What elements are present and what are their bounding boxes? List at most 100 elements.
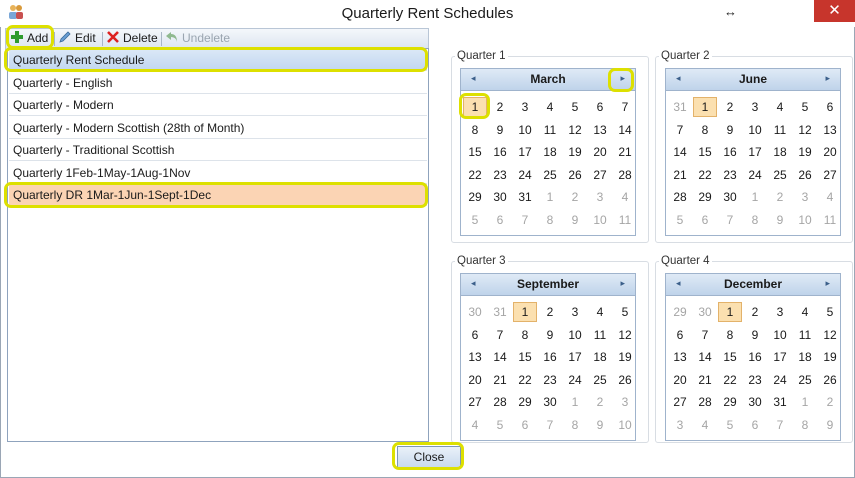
calendar-day[interactable]: 27 [668, 392, 692, 412]
resize-icon[interactable]: ↔ [724, 4, 737, 19]
calendar-day[interactable]: 9 [588, 415, 612, 435]
calendar-day[interactable]: 7 [693, 325, 717, 345]
calendar-day[interactable]: 8 [538, 210, 562, 230]
calendar-day[interactable]: 8 [743, 210, 767, 230]
next-month-icon[interactable]: ▸ [620, 278, 625, 289]
calendar-day[interactable]: 16 [718, 142, 742, 162]
calendar-day[interactable]: 3 [768, 302, 792, 322]
calendar-day[interactable]: 3 [588, 187, 612, 207]
calendar-day[interactable]: 10 [563, 325, 587, 345]
calendar-day[interactable]: 10 [768, 325, 792, 345]
calendar-day[interactable]: 25 [538, 165, 562, 185]
calendar-day[interactable]: 21 [693, 370, 717, 390]
calendar-day[interactable]: 28 [613, 165, 637, 185]
calendar[interactable]: ◂ June ▸ 31 1 2 3 4 5 6 7 8 9 10 11 12 13 14 15 16 17 18 19 20 2… [665, 68, 841, 236]
calendar-day[interactable]: 15 [513, 347, 537, 367]
calendar-day[interactable]: 26 [793, 165, 817, 185]
calendar-day[interactable]: 2 [743, 302, 767, 322]
calendar-day[interactable]: 7 [538, 415, 562, 435]
calendar-day[interactable]: 16 [488, 142, 512, 162]
calendar-day[interactable]: 16 [743, 347, 767, 367]
calendar-day[interactable]: 12 [793, 120, 817, 140]
calendar-day[interactable]: 24 [563, 370, 587, 390]
calendar-day[interactable]: 26 [563, 165, 587, 185]
calendar-day[interactable]: 3 [613, 392, 637, 412]
list-item[interactable]: Quarterly - Modern [9, 94, 427, 116]
calendar-day[interactable]: 29 [718, 392, 742, 412]
calendar-day[interactable]: 17 [743, 142, 767, 162]
delete-button[interactable]: Delete [106, 30, 158, 47]
calendar-day[interactable]: 5 [793, 97, 817, 117]
calendar-day[interactable]: 2 [488, 97, 512, 117]
window-close-button[interactable]: ✕ [814, 0, 855, 22]
calendar-day[interactable]: 21 [613, 142, 637, 162]
calendar-day[interactable]: 11 [793, 325, 817, 345]
calendar-day[interactable]: 6 [668, 325, 692, 345]
calendar-day[interactable]: 5 [718, 415, 742, 435]
calendar-day[interactable]: 25 [768, 165, 792, 185]
calendar-day[interactable]: 28 [488, 392, 512, 412]
calendar-day[interactable]: 4 [793, 302, 817, 322]
calendar[interactable]: ◂ December ▸ 29 30 1 2 3 4 5 6 7 8 9 10 11 12 13 14 15 16 17 1… [665, 273, 841, 441]
calendar-day[interactable]: 5 [563, 97, 587, 117]
calendar-day[interactable]: 29 [668, 302, 692, 322]
calendar-day[interactable]: 5 [613, 302, 637, 322]
calendar-day[interactable]: 19 [563, 142, 587, 162]
calendar-day[interactable]: 8 [793, 415, 817, 435]
calendar-day[interactable]: 22 [693, 165, 717, 185]
calendar-day[interactable]: 30 [693, 302, 717, 322]
calendar-day[interactable]: 9 [768, 210, 792, 230]
calendar-day[interactable]: 1 [513, 302, 537, 322]
calendar-day[interactable]: 26 [613, 370, 637, 390]
calendar-day[interactable]: 9 [563, 210, 587, 230]
calendar[interactable]: ◂ September ▸ 30 31 1 2 3 4 5 6 7 8 9 10 11 12 13 14 15 16 17… [460, 273, 636, 441]
calendar-day[interactable]: 25 [588, 370, 612, 390]
calendar-day[interactable]: 31 [513, 187, 537, 207]
calendar-day[interactable]: 19 [793, 142, 817, 162]
calendar-day[interactable]: 8 [563, 415, 587, 435]
calendar-day[interactable]: 4 [613, 187, 637, 207]
calendar-day[interactable]: 21 [668, 165, 692, 185]
calendar-day[interactable]: 2 [563, 187, 587, 207]
calendar-day[interactable]: 2 [768, 187, 792, 207]
calendar-day[interactable]: 1 [743, 187, 767, 207]
calendar-day[interactable]: 22 [463, 165, 487, 185]
calendar-day[interactable]: 13 [588, 120, 612, 140]
calendar-day[interactable]: 7 [488, 325, 512, 345]
calendar-day[interactable]: 10 [793, 210, 817, 230]
calendar-day[interactable]: 7 [613, 97, 637, 117]
schedule-list[interactable]: Quarterly Rent Schedule Quarterly - Engl… [7, 48, 429, 442]
calendar-day[interactable]: 4 [463, 415, 487, 435]
calendar-day[interactable]: 2 [538, 302, 562, 322]
calendar-day[interactable]: 10 [513, 120, 537, 140]
calendar-day[interactable]: 11 [613, 210, 637, 230]
calendar-day[interactable]: 23 [538, 370, 562, 390]
calendar-day[interactable]: 11 [768, 120, 792, 140]
calendar-day[interactable]: 21 [488, 370, 512, 390]
calendar-day[interactable]: 29 [463, 187, 487, 207]
month-title[interactable]: June [666, 72, 840, 86]
month-title[interactable]: December [666, 277, 840, 291]
edit-button[interactable]: Edit [58, 30, 96, 47]
list-item[interactable]: Quarterly 1Feb-1May-1Aug-1Nov [9, 162, 427, 184]
calendar-day[interactable]: 11 [538, 120, 562, 140]
calendar-day[interactable]: 14 [668, 142, 692, 162]
calendar-day[interactable]: 4 [538, 97, 562, 117]
calendar-day[interactable]: 30 [718, 187, 742, 207]
calendar-day[interactable]: 6 [743, 415, 767, 435]
calendar-day[interactable]: 20 [818, 142, 842, 162]
calendar-day[interactable]: 3 [563, 302, 587, 322]
calendar-day[interactable]: 18 [793, 347, 817, 367]
calendar-day[interactable]: 18 [538, 142, 562, 162]
calendar-day[interactable]: 17 [768, 347, 792, 367]
calendar-day[interactable]: 30 [538, 392, 562, 412]
calendar-day[interactable]: 9 [538, 325, 562, 345]
calendar-day[interactable]: 29 [693, 187, 717, 207]
calendar-day[interactable]: 11 [588, 325, 612, 345]
calendar-day[interactable]: 5 [818, 302, 842, 322]
calendar-day[interactable]: 23 [488, 165, 512, 185]
calendar-day[interactable]: 25 [793, 370, 817, 390]
calendar-day[interactable]: 31 [668, 97, 692, 117]
calendar-day[interactable]: 5 [488, 415, 512, 435]
calendar-day[interactable]: 5 [463, 210, 487, 230]
